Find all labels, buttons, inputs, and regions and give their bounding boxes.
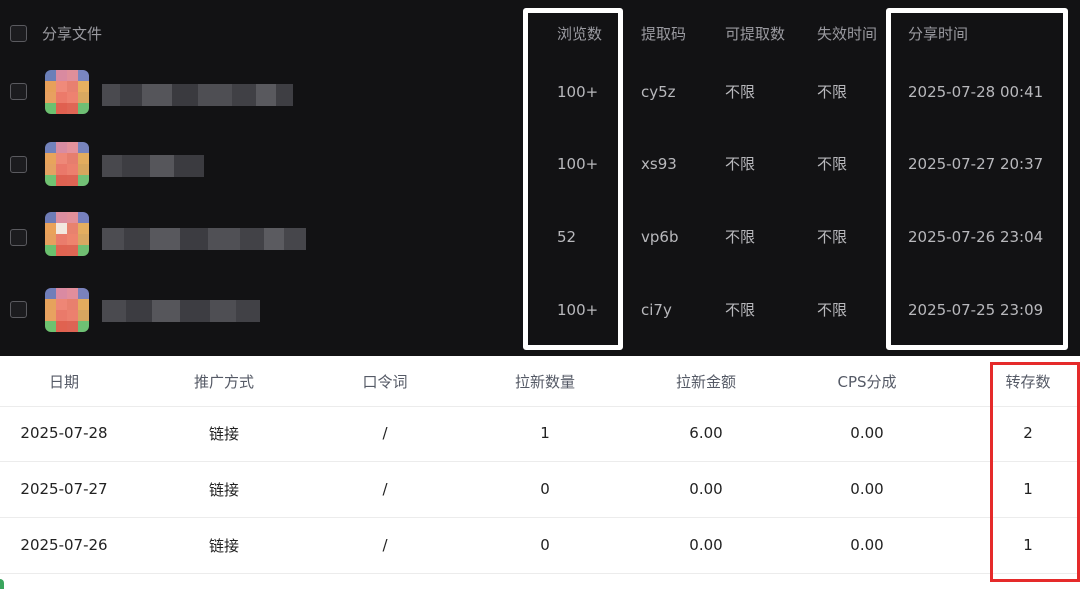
header-new-count: 拉新数量: [514, 373, 575, 391]
extractable-value: 不限: [725, 301, 756, 319]
row-checkbox[interactable]: [10, 83, 27, 100]
method-cell: 链接: [208, 481, 239, 499]
saves-highlight-box: [990, 362, 1080, 582]
expiry-value: 不限: [817, 301, 848, 319]
date-cell: 2025-07-27: [20, 480, 108, 498]
new-count-cell: 1: [540, 424, 550, 442]
table-row: 2025-07-28 链接 / 1 6.00 0.00 2: [0, 406, 1080, 462]
code-value: vp6b: [641, 228, 679, 246]
extractable-value: 不限: [725, 228, 756, 246]
stats-panel: 日期 推广方式 口令词 拉新数量 拉新金额 CPS分成 转存数 2025-07-…: [0, 356, 1080, 589]
expiry-value: 不限: [817, 83, 848, 101]
method-cell: 链接: [208, 537, 239, 555]
row-checkbox[interactable]: [10, 229, 27, 246]
password-cell: /: [382, 536, 388, 554]
share-list-panel: 分享文件 浏览数 提取码 可提取数 失效时间 分享时间 100+ cy5z 不限…: [0, 0, 1080, 356]
file-thumbnail: [45, 142, 89, 186]
new-amount-cell: 0.00: [689, 536, 723, 554]
cps-cell: 0.00: [850, 480, 884, 498]
code-value: ci7y: [641, 301, 672, 319]
cps-cell: 0.00: [850, 424, 884, 442]
file-name-blurred[interactable]: [102, 300, 260, 322]
file-thumbnail: [45, 70, 89, 114]
file-name-blurred[interactable]: [102, 155, 204, 177]
table-row: 2025-07-26 链接 / 0 0.00 0.00 1: [0, 518, 1080, 574]
header-password: 口令词: [362, 373, 408, 391]
extractable-value: 不限: [725, 83, 756, 101]
file-thumbnail: [45, 212, 89, 256]
views-highlight-box: [523, 8, 623, 350]
new-amount-cell: 6.00: [689, 424, 723, 442]
header-method: 推广方式: [193, 373, 254, 391]
stats-header-row: 日期 推广方式 口令词 拉新数量 拉新金额 CPS分成 转存数: [0, 356, 1080, 407]
table-row: 2025-07-27 链接 / 0 0.00 0.00 1: [0, 462, 1080, 518]
method-cell: 链接: [208, 425, 239, 443]
file-name-blurred[interactable]: [102, 228, 306, 250]
code-value: cy5z: [641, 83, 676, 101]
select-all-checkbox[interactable]: [10, 25, 27, 42]
file-thumbnail: [45, 288, 89, 332]
extractable-value: 不限: [725, 155, 756, 173]
new-amount-cell: 0.00: [689, 480, 723, 498]
password-cell: /: [382, 424, 388, 442]
date-cell: 2025-07-26: [20, 536, 108, 554]
header-cps: CPS分成: [837, 373, 897, 391]
header-extractable: 可提取数: [725, 25, 786, 43]
share-time-highlight-box: [886, 8, 1068, 350]
row-checkbox[interactable]: [10, 156, 27, 173]
expiry-value: 不限: [817, 155, 848, 173]
header-expiry: 失效时间: [817, 25, 878, 43]
new-count-cell: 0: [540, 480, 550, 498]
row-checkbox[interactable]: [10, 301, 27, 318]
header-file: 分享文件: [42, 25, 103, 43]
new-count-cell: 0: [540, 536, 550, 554]
code-value: xs93: [641, 155, 677, 173]
file-name-blurred[interactable]: [102, 84, 293, 106]
password-cell: /: [382, 480, 388, 498]
corner-accent: [0, 579, 4, 589]
cps-cell: 0.00: [850, 536, 884, 554]
expiry-value: 不限: [817, 228, 848, 246]
date-cell: 2025-07-28: [20, 424, 108, 442]
header-date: 日期: [48, 373, 79, 391]
header-code: 提取码: [641, 25, 687, 43]
header-new-amount: 拉新金额: [675, 373, 736, 391]
